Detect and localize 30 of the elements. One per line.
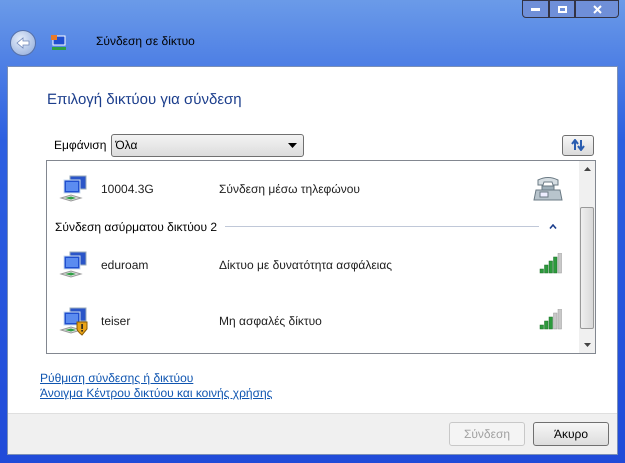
dialog-button[interactable]: Άκυρο [533, 422, 609, 446]
scroll-up-icon [584, 166, 590, 170]
back-button[interactable] [10, 30, 36, 56]
refresh-button[interactable] [562, 134, 594, 156]
group-header: Σύνδεση ασύρματου δικτύου 2 [55, 218, 218, 236]
network-name[interactable]: eduroam [101, 256, 219, 274]
close-button[interactable] [575, 0, 619, 18]
minimize-button[interactable] [522, 0, 549, 18]
link[interactable]: Άνοιγμα Κέντρου δικτύου και κοινής χρήσης [40, 386, 272, 400]
filter-label: Εμφάνιση [54, 137, 106, 154]
filter-dropdown[interactable]: Όλα [111, 134, 304, 156]
network-status: Δίκτυο με δυνατότητα ασφάλειας [219, 256, 392, 274]
network-name[interactable]: 10004.3G [101, 180, 219, 198]
network-icon [50, 34, 68, 52]
scroll-down-icon [584, 342, 590, 346]
page-heading: Επιλογή δικτύου για σύνδεση [47, 90, 243, 110]
network-status: Σύνδεση μέσω τηλεφώνου [219, 180, 360, 198]
dropdown-arrow-icon [288, 142, 298, 148]
telephone-icon [533, 176, 563, 202]
scrollbar[interactable] [579, 160, 595, 352]
refresh-icon [570, 139, 586, 151]
network-status: Μη ασφαλές δίκτυο [219, 312, 322, 330]
chevron-up-icon [549, 224, 557, 229]
scroll-thumb[interactable] [580, 206, 594, 328]
window-title: Σύνδεση σε δίκτυο [96, 33, 195, 50]
close-icon [592, 4, 602, 14]
back-arrow-icon [16, 37, 30, 49]
link[interactable]: Ρύθμιση σύνδεσης ή δικτύου [40, 370, 194, 386]
network-name[interactable]: teiser [101, 312, 219, 330]
maximize-button[interactable] [549, 0, 575, 18]
